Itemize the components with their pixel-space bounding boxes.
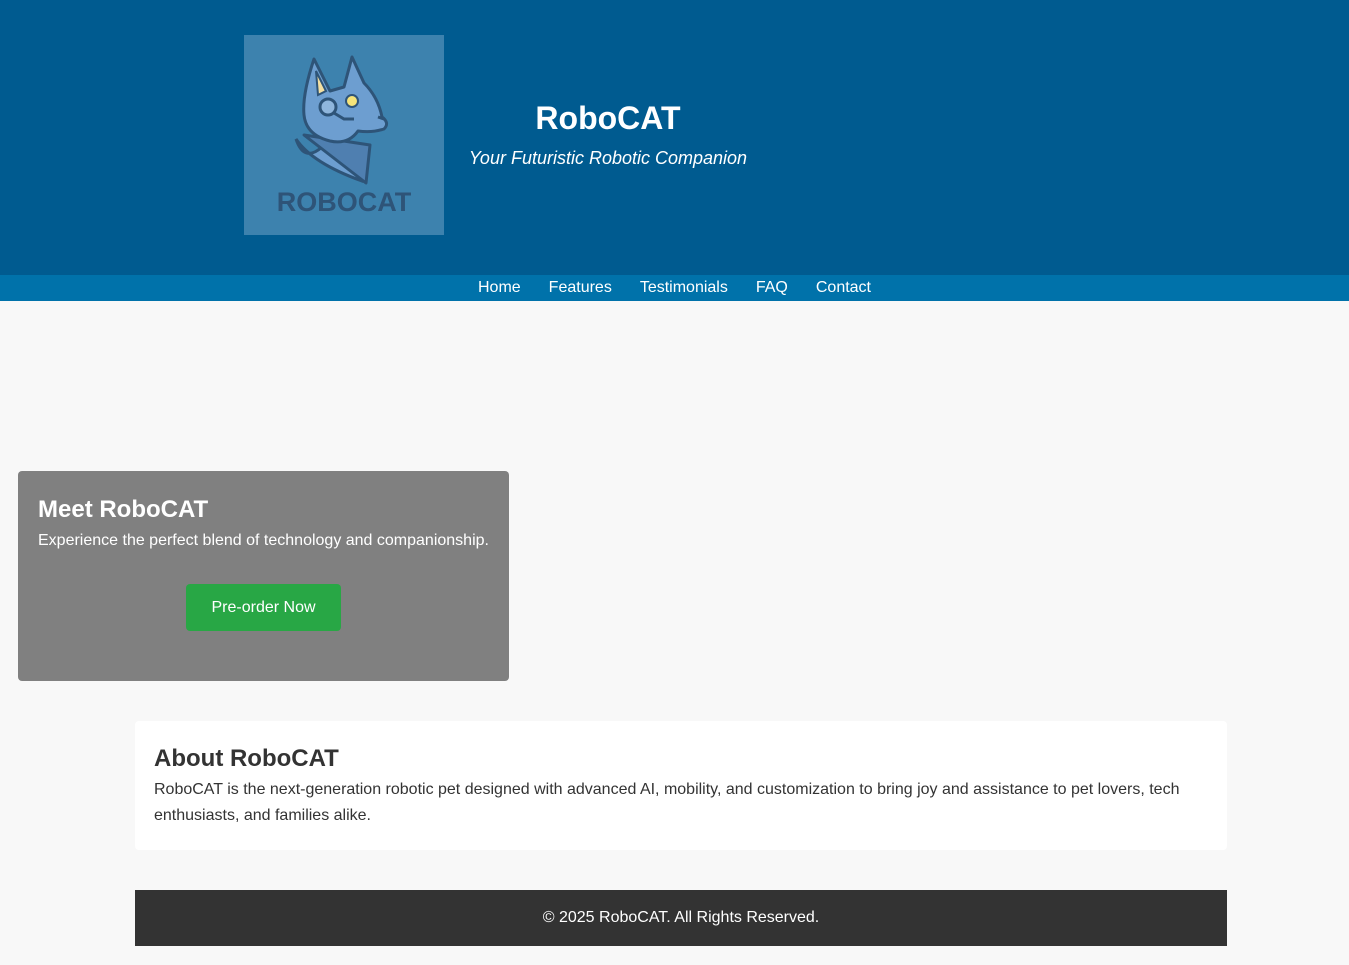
copyright-text: © 2025 RoboCAT. All Rights Reserved. — [542, 909, 820, 926]
nav-link-features[interactable]: Features — [549, 275, 612, 301]
nav-link-faq[interactable]: FAQ — [756, 275, 788, 301]
site-tagline: Your Futuristic Robotic Companion — [468, 148, 748, 168]
hero-banner: Meet RoboCAT Experience the perfect blen… — [18, 471, 509, 681]
nav-link-home[interactable]: Home — [478, 275, 521, 301]
site-header: ROBOCAT RoboCAT Your Futuristic Robotic … — [0, 0, 1349, 275]
about-heading: About RoboCAT — [154, 745, 339, 772]
about-section: About RoboCAT RoboCAT is the next-genera… — [135, 721, 1227, 850]
logo-wordmark: ROBOCAT — [277, 187, 412, 217]
nav-link-contact[interactable]: Contact — [816, 275, 871, 301]
preorder-button[interactable]: Pre-order Now — [186, 584, 341, 631]
robocat-logo-icon: ROBOCAT — [277, 55, 412, 217]
brand-block: RoboCAT Your Futuristic Robotic Companio… — [444, 98, 772, 170]
site-footer: © 2025 RoboCAT. All Rights Reserved. — [135, 890, 1227, 946]
nav-link-testimonials[interactable]: Testimonials — [640, 275, 728, 301]
hero-heading: Meet RoboCAT — [38, 496, 209, 523]
main-nav: Home Features Testimonials FAQ Contact — [0, 275, 1349, 301]
site-title: RoboCAT — [535, 100, 681, 136]
about-text: RoboCAT is the next-generation robotic p… — [154, 781, 1180, 824]
robocat-logo: ROBOCAT — [244, 35, 444, 235]
hero-text: Experience the perfect blend of technolo… — [38, 532, 489, 549]
